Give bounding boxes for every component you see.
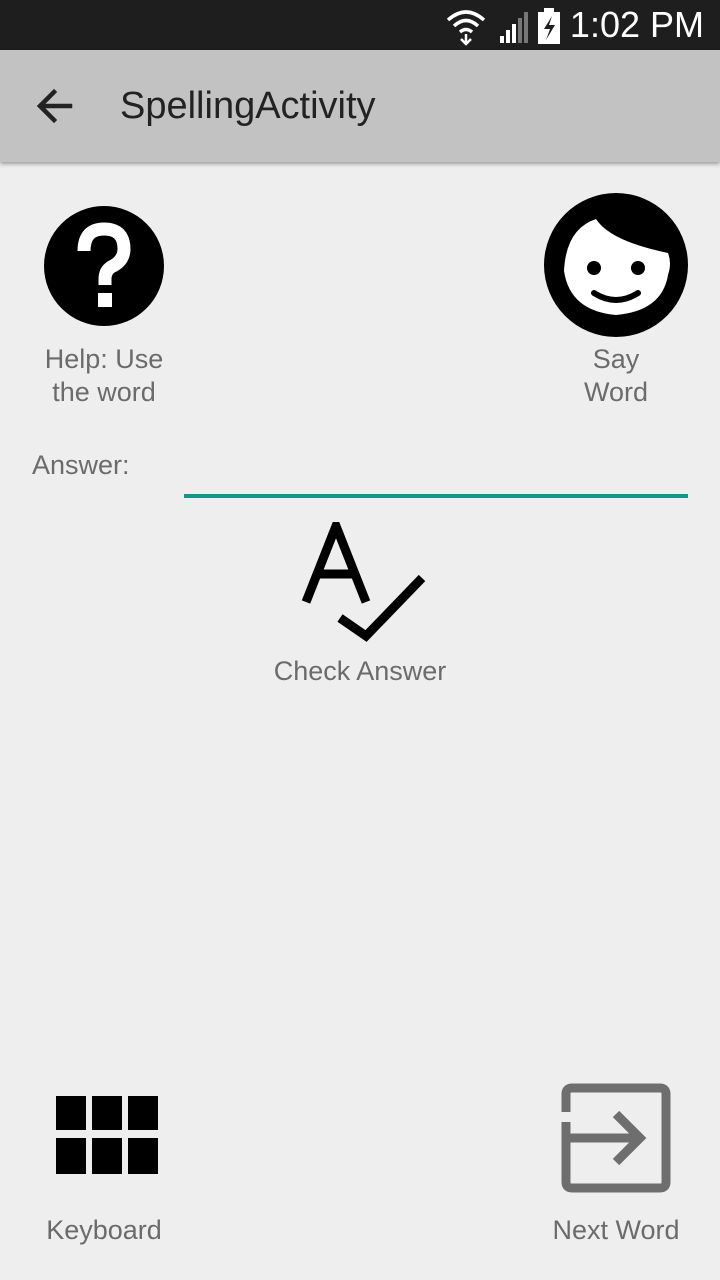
say-word-label-line2: Word [583,377,649,407]
help-label-line1: Help: Use [44,344,164,374]
keyboard-label: Keyboard [46,1215,162,1245]
help-label-line2: the word [52,377,156,407]
back-button[interactable] [26,78,86,134]
question-icon [44,206,164,326]
keyboard-button[interactable] [54,1094,160,1176]
answer-label: Answer: [32,450,130,480]
next-word-label: Next Word [552,1215,680,1245]
check-answer-label: Check Answer [273,656,447,686]
exit-arrow-icon [561,1083,671,1193]
say-word-button[interactable] [544,193,688,337]
check-answer-button[interactable] [300,513,430,644]
status-bar: 1:02 PM [0,0,720,50]
page-title: SpellingActivity [120,85,376,127]
status-time: 1:02 PM [569,4,704,45]
signal-icon [500,12,528,43]
say-word-label: Say Word [556,343,676,409]
app-bar: SpellingActivity [0,50,720,162]
arrow-left-icon [36,88,73,124]
spellcheck-icon [301,513,426,642]
say-word-label-line1: Say [592,344,640,374]
wifi-signal-battery-icons [446,8,560,46]
face-icon [544,193,688,337]
help-button[interactable] [44,205,164,327]
help-button-label: Help: Use the word [24,343,184,409]
answer-input[interactable] [184,440,688,498]
battery-charging-icon [538,8,560,44]
wifi-icon [446,10,486,34]
next-word-button[interactable] [560,1082,672,1194]
grid-icon [56,1096,158,1174]
status-icons [440,6,570,51]
